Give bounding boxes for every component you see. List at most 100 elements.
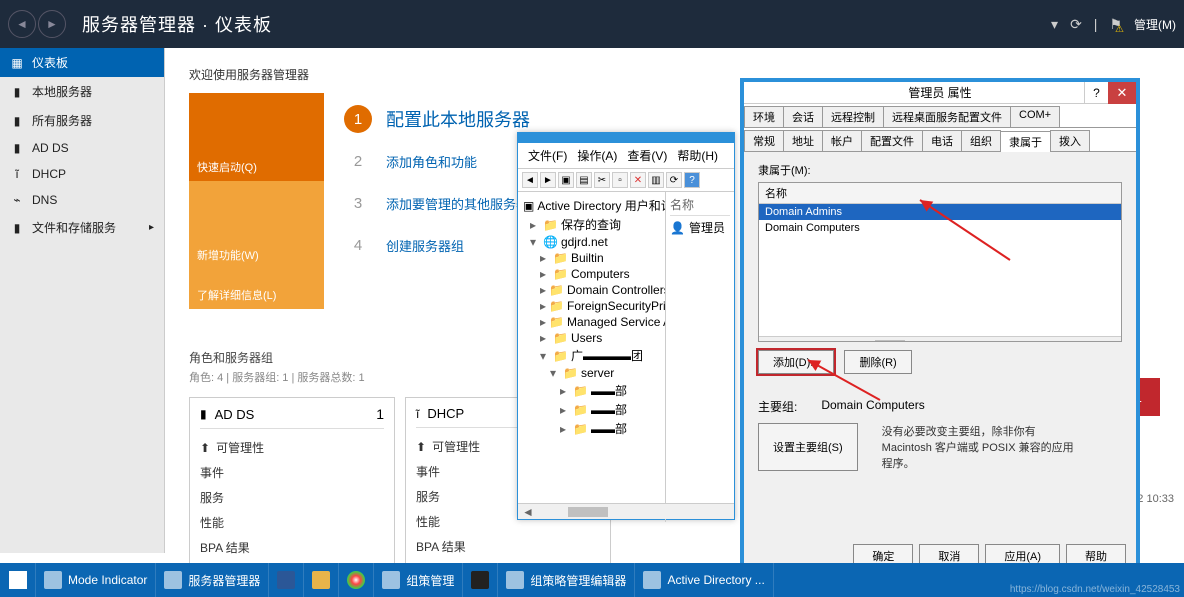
aduc-titlebar[interactable] [518,133,734,143]
tree-node[interactable]: ▸📁Domain Controllers [520,282,663,298]
manage-menu[interactable]: 管理(M) [1134,16,1176,33]
tree-node[interactable]: ▸📁保存的查询 [520,215,663,234]
nav-back-button[interactable]: ◄ [8,10,36,38]
whats-new-tab[interactable]: 新增功能(W) [189,181,324,269]
member-of-listbox[interactable]: 名称 Domain Admins Domain Computers ◄► [758,182,1122,342]
tab-account[interactable]: 帐户 [822,130,862,151]
sidebar-item-files[interactable]: ▮文件和存储服务▸ [0,213,164,242]
listbox-scrollbar[interactable]: ◄► [759,336,1121,342]
tile-row-bpa[interactable]: BPA 结果 [200,535,384,560]
listbox-header[interactable]: 名称 [759,183,1121,204]
dialog-close-button[interactable]: ✕ [1108,82,1136,104]
menu-help[interactable]: 帮助(H) [673,147,722,164]
adds-icon: ▮ [10,141,24,155]
step-badge-2: 2 [344,147,372,175]
notification-flag-icon[interactable]: ⚑⚠ [1109,16,1122,33]
add-button[interactable]: 添加(D)... [758,350,834,374]
list-item-domain-admins[interactable]: Domain Admins [759,204,1121,220]
sidebar-item-dashboard[interactable]: ▦仪表板 [0,48,164,77]
list-item-domain-computers[interactable]: Domain Computers [759,220,1121,236]
tile-row-events[interactable]: 事件 [200,460,384,485]
step-create-group[interactable]: 创建服务器组 [386,236,464,255]
toolbar-back-icon[interactable]: ◄ [522,172,538,188]
tab-address[interactable]: 地址 [783,130,823,151]
list-item-admin[interactable]: 👤管理员 [670,219,730,236]
learn-more-tab[interactable]: 了解详细信息(L) [189,269,324,309]
tile-row-bpa[interactable]: BPA 结果 [416,534,600,559]
tree-node[interactable]: ▸📁Users [520,330,663,346]
scroll-thumb[interactable] [568,507,608,517]
tab-phone[interactable]: 电话 [922,130,962,151]
start-button[interactable] [0,563,36,597]
role-tile-adds[interactable]: ▮AD DS1 ⬆可管理性 事件 服务 性能 BPA 结果 [189,397,395,569]
primary-group-hint: 没有必要改变主要组，除非你有 Macintosh 客户端或 POSIX 兼容的应… [882,423,1082,471]
tree-node[interactable]: ▸📁Managed Service Acco [520,314,663,330]
toolbar-help-icon[interactable]: ? [684,172,700,188]
sidebar-item-all-servers[interactable]: ▮所有服务器 [0,106,164,135]
toolbar-list-icon[interactable]: ▤ [576,172,592,188]
tab-member-of[interactable]: 隶属于 [1000,131,1051,152]
step-add-roles[interactable]: 添加角色和功能 [386,152,477,171]
tree-node-ou[interactable]: ▾📁广▬▬▬▬团 [520,346,663,365]
toolbar-copy-icon[interactable]: ▫ [612,172,628,188]
caret-icon[interactable]: ▾ [1051,16,1058,33]
sidebar-item-adds[interactable]: ▮AD DS [0,135,164,161]
toolbar-refresh-icon[interactable]: ⟳ [666,172,682,188]
tree-node[interactable]: ▸📁Computers [520,266,663,282]
tree-node[interactable]: ▸📁▬▬部 [520,419,663,438]
tree-node[interactable]: ▸📁▬▬部 [520,381,663,400]
taskbar-cmd[interactable] [463,563,498,597]
tree-node[interactable]: ▾📁server [520,365,663,381]
sidebar-item-label: 文件和存储服务 [32,219,116,236]
tab-org[interactable]: 组织 [961,130,1001,151]
tile-row-manage[interactable]: ⬆可管理性 [200,435,384,460]
step-add-servers[interactable]: 添加要管理的其他服务器 [386,194,529,213]
taskbar-server-manager[interactable]: 服务器管理器 [156,563,269,597]
tab-dialin[interactable]: 拨入 [1050,130,1090,151]
tab-remote-control[interactable]: 远程控制 [822,106,884,127]
taskbar-gpeditor[interactable]: 组策略管理编辑器 [498,563,635,597]
nav-forward-button[interactable]: ► [38,10,66,38]
aduc-scrollbar[interactable]: ◄ [518,503,734,519]
toolbar-prop-icon[interactable]: ▥ [648,172,664,188]
menu-file[interactable]: 文件(F) [524,147,571,164]
taskbar-aduc[interactable]: Active Directory ... [635,563,773,597]
tab-env[interactable]: 环境 [744,106,784,127]
sidebar-item-dhcp[interactable]: ĩDHCP [0,161,164,187]
tab-general[interactable]: 常规 [744,130,784,151]
toolbar-up-icon[interactable]: ▣ [558,172,574,188]
sidebar-item-dns[interactable]: ⌁DNS [0,187,164,213]
files-icon: ▮ [10,221,24,235]
menu-view[interactable]: 查看(V) [623,147,671,164]
tree-node[interactable]: ▸📁ForeignSecurityPrincip... [520,298,663,314]
tree-node[interactable]: ▸📁▬▬部 [520,400,663,419]
taskbar-powershell[interactable] [269,563,304,597]
taskbar-mode-indicator[interactable]: Mode Indicator [36,563,156,597]
refresh-icon[interactable]: ⟳ [1070,16,1082,33]
sidebar-item-local-server[interactable]: ▮本地服务器 [0,77,164,106]
taskbar-explorer[interactable] [304,563,339,597]
dialog-help-button[interactable]: ? [1084,82,1108,104]
toolbar-cut-icon[interactable]: ✂ [594,172,610,188]
tab-rds-profile[interactable]: 远程桌面服务配置文件 [883,106,1011,127]
tab-profile[interactable]: 配置文件 [861,130,923,151]
dns-icon: ⌁ [10,193,24,207]
tree-root[interactable]: ▣Active Directory 用户和计算机 [520,196,663,215]
tree-node-domain[interactable]: ▾🌐gdjrd.net [520,234,663,250]
set-primary-button[interactable]: 设置主要组(S) [758,423,858,471]
tile-row-services[interactable]: 服务 [200,485,384,510]
taskbar-gpmc[interactable]: 组策管理 [374,563,463,597]
list-header-name[interactable]: 名称 [670,196,730,216]
tab-complus[interactable]: COM+ [1010,106,1060,127]
tree-node[interactable]: ▸📁Builtin [520,250,663,266]
taskbar-chrome[interactable] [339,563,374,597]
quick-start-tab[interactable]: 快速启动(Q) [189,93,324,181]
toolbar-fwd-icon[interactable]: ► [540,172,556,188]
scroll-thumb[interactable] [875,340,905,343]
tile-row-perf[interactable]: 性能 [200,510,384,535]
toolbar-delete-icon[interactable]: ✕ [630,172,646,188]
step-configure-local[interactable]: 配置此本地服务器 [386,106,530,132]
menu-action[interactable]: 操作(A) [573,147,621,164]
tab-session[interactable]: 会话 [783,106,823,127]
remove-button[interactable]: 删除(R) [844,350,911,374]
